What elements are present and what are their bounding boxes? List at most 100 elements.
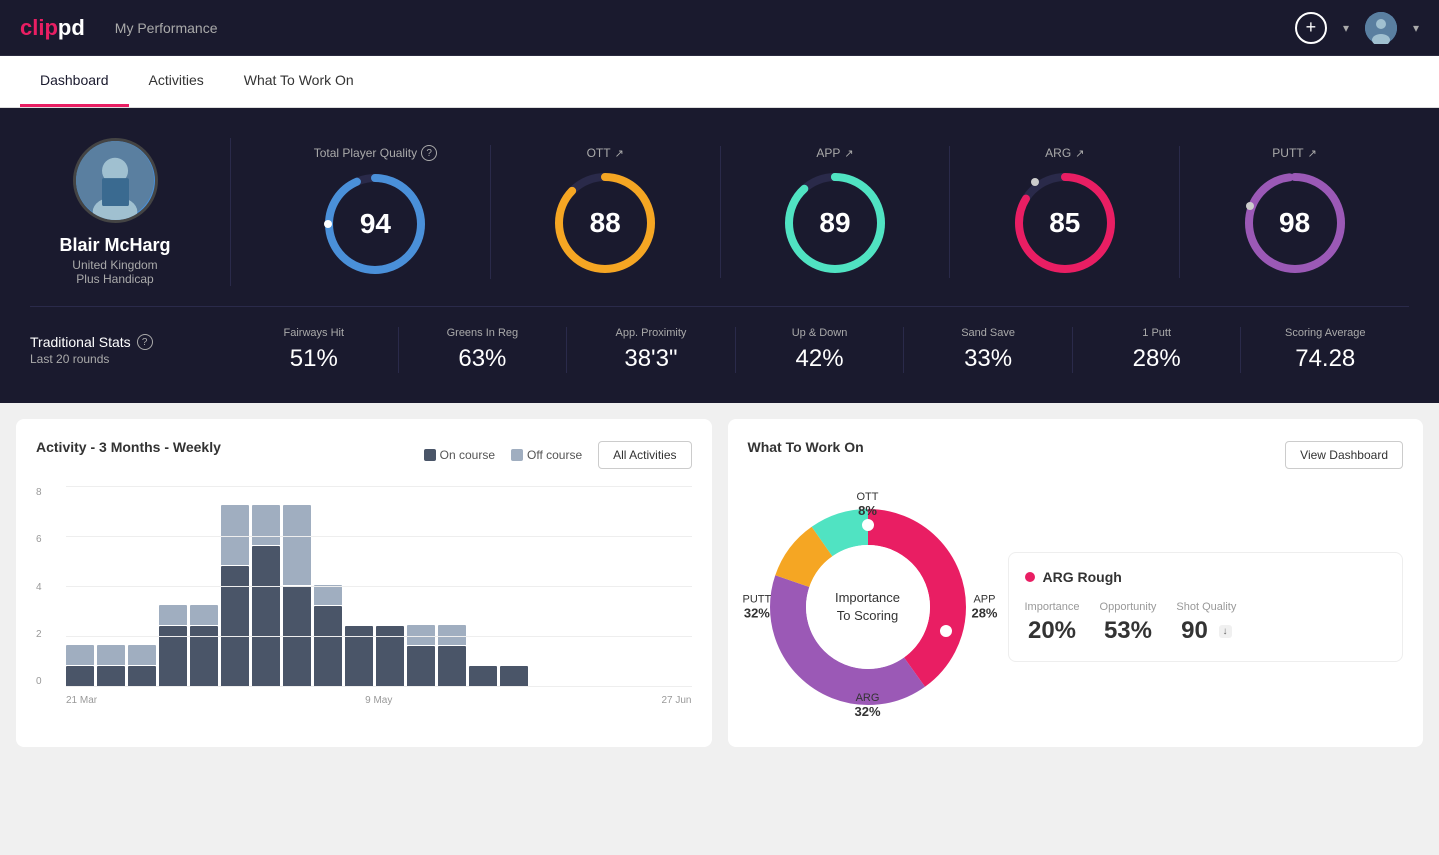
trad-stats-title: Traditional Stats ? [30, 334, 230, 350]
view-dashboard-button[interactable]: View Dashboard [1285, 441, 1403, 469]
legend-off-course-dot [511, 449, 523, 461]
score-app: APP ↗ 89 [721, 146, 951, 278]
trad-stat-scoring: Scoring Average 74.28 [1241, 327, 1409, 373]
trad-stat-greens-value: 63% [409, 345, 557, 373]
work-on-title: What To Work On [748, 439, 864, 455]
chart-gridlines [66, 487, 692, 687]
nav-tabs: Dashboard Activities What To Work On [0, 56, 1439, 108]
avatar-image [1365, 12, 1397, 44]
donut-label-ott: OTT 8% [857, 491, 879, 518]
work-metric-opportunity: Opportunity 53% [1100, 601, 1157, 645]
header-title: My Performance [115, 20, 1295, 36]
trad-stat-sandsave-value: 33% [914, 345, 1062, 373]
putt-arrow-icon: ↗ [1308, 147, 1317, 160]
logo: clippd [20, 15, 85, 41]
score-total: Total Player Quality ? 94 [261, 145, 491, 279]
header-actions: + ▾ ▾ [1295, 12, 1419, 44]
all-activities-button[interactable]: All Activities [598, 441, 691, 469]
score-putt-label: PUTT ↗ [1272, 146, 1317, 160]
trad-stat-greens-label: Greens In Reg [409, 327, 557, 339]
chart-inner: 0 2 4 6 8 [36, 487, 692, 706]
logo-text-white: pd [58, 15, 85, 40]
what-to-work-on-card: What To Work On View Dashboard [728, 419, 1424, 747]
donut-label-arg: ARG 32% [854, 692, 880, 719]
player-name: Blair McHarg [59, 235, 170, 256]
work-detail-card: ARG Rough Importance 20% Opportunity 53%… [1008, 552, 1404, 662]
total-help-icon[interactable]: ? [421, 145, 437, 161]
score-arg-circle: 85 [1010, 168, 1120, 278]
x-label-3: 27 Jun [483, 695, 692, 706]
trad-stat-proximity-label: App. Proximity [577, 327, 725, 339]
score-ott-label: OTT ↗ [587, 146, 624, 160]
trad-stat-1putt: 1 Putt 28% [1073, 327, 1242, 373]
score-arg-value: 85 [1049, 207, 1080, 239]
player-avatar [73, 138, 158, 223]
work-detail-metrics: Importance 20% Opportunity 53% Shot Qual… [1025, 601, 1387, 645]
trad-stat-fairways: Fairways Hit 51% [230, 327, 399, 373]
work-metric-shot-quality: Shot Quality 90 ↓ [1176, 601, 1236, 645]
trad-stats-label: Traditional Stats ? Last 20 rounds [30, 334, 230, 366]
score-ott-value: 88 [590, 207, 621, 239]
score-putt: PUTT ↗ 98 [1180, 146, 1409, 278]
y-axis: 0 2 4 6 8 [36, 487, 42, 687]
trad-stat-proximity: App. Proximity 38'3" [567, 327, 736, 373]
trad-stat-sandsave: Sand Save 33% [904, 327, 1073, 373]
stats-hero: Blair McHarg United Kingdom Plus Handica… [0, 108, 1439, 403]
add-button[interactable]: + [1295, 12, 1327, 44]
tab-dashboard[interactable]: Dashboard [20, 56, 129, 107]
x-label-1: 21 Mar [66, 695, 275, 706]
x-axis-labels: 21 Mar 9 May 27 Jun [36, 695, 692, 706]
work-metric-importance-value: 20% [1025, 617, 1080, 645]
score-app-label: APP ↗ [816, 146, 853, 160]
work-on-content: Importance To Scoring OTT 8% ARG 32% APP… [748, 487, 1404, 727]
work-metric-importance-label: Importance [1025, 601, 1080, 613]
activity-chart-card: Activity - 3 Months - Weekly On course O… [16, 419, 712, 747]
chart-legend: On course Off course [424, 448, 583, 462]
legend-off-course: Off course [511, 448, 582, 462]
bottom-section: Activity - 3 Months - Weekly On course O… [0, 403, 1439, 763]
trad-stats-subtitle: Last 20 rounds [30, 352, 230, 366]
tab-what-to-work-on[interactable]: What To Work On [224, 56, 374, 107]
score-total-value: 94 [360, 208, 391, 240]
work-metric-shot-quality-value: 90 ↓ [1176, 617, 1236, 645]
trad-stat-1putt-label: 1 Putt [1083, 327, 1231, 339]
trad-stat-updown-value: 42% [746, 345, 894, 373]
donut-label-putt: PUTT 32% [743, 594, 772, 621]
score-total-label: Total Player Quality ? [314, 145, 437, 161]
score-arg-label: ARG ↗ [1045, 146, 1084, 160]
score-app-circle: 89 [780, 168, 890, 278]
trad-stat-scoring-value: 74.28 [1251, 345, 1399, 373]
player-section: Blair McHarg United Kingdom Plus Handica… [30, 138, 1409, 286]
donut-center-text: Importance To Scoring [835, 589, 900, 625]
trad-stats-help-icon[interactable]: ? [137, 334, 153, 350]
add-button-chevron: ▾ [1343, 21, 1349, 35]
shot-quality-badge: ↓ [1219, 625, 1232, 638]
donut-chart-container: Importance To Scoring OTT 8% ARG 32% APP… [748, 487, 988, 727]
work-metric-importance: Importance 20% [1025, 601, 1080, 645]
legend-on-course: On course [424, 448, 495, 462]
app-header: clippd My Performance + ▾ ▾ [0, 0, 1439, 56]
trad-stat-sandsave-label: Sand Save [914, 327, 1062, 339]
activity-chart-area: 0 2 4 6 8 [36, 487, 692, 707]
user-avatar[interactable] [1365, 12, 1397, 44]
trad-stat-greens: Greens In Reg 63% [399, 327, 568, 373]
traditional-stats: Traditional Stats ? Last 20 rounds Fairw… [30, 306, 1409, 373]
work-metric-opportunity-value: 53% [1100, 617, 1157, 645]
player-avatar-image [76, 138, 155, 223]
activity-chart-controls: On course Off course All Activities [424, 441, 692, 469]
work-metric-shot-quality-label: Shot Quality [1176, 601, 1236, 613]
logo-text: clippd [20, 15, 85, 41]
trad-stat-fairways-value: 51% [240, 345, 388, 373]
score-ott: OTT ↗ 88 [491, 146, 721, 278]
score-ott-circle: 88 [550, 168, 660, 278]
tab-activities[interactable]: Activities [129, 56, 224, 107]
score-total-circle: 94 [320, 169, 430, 279]
score-arg: ARG ↗ 85 [950, 146, 1180, 278]
trad-stat-proximity-value: 38'3" [577, 345, 725, 373]
score-putt-value: 98 [1279, 207, 1310, 239]
app-arrow-icon: ↗ [844, 147, 853, 160]
work-metric-opportunity-label: Opportunity [1100, 601, 1157, 613]
ott-arrow-icon: ↗ [615, 147, 624, 160]
x-label-2: 9 May [275, 695, 484, 706]
work-detail-dot [1025, 572, 1035, 582]
